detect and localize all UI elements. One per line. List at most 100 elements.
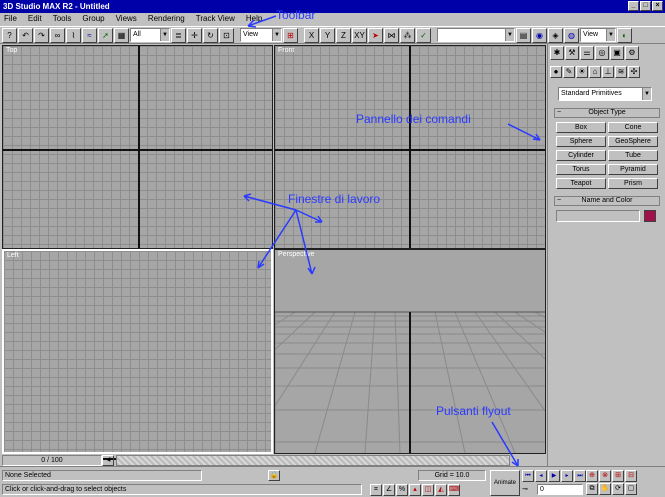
axis-xy-button[interactable]: XY (352, 27, 367, 43)
unlink-icon[interactable]: ⌇ (66, 27, 81, 43)
redo-icon[interactable]: ↷ (34, 27, 49, 43)
object-type-rollout-header[interactable]: − Object Type (554, 108, 660, 118)
previous-frame-icon[interactable]: ◂ (535, 470, 547, 482)
play-icon[interactable]: ▶ (548, 470, 560, 482)
snap-3d-icon[interactable]: ⌗ (370, 484, 382, 496)
render-last-icon[interactable]: ◐ (617, 27, 632, 43)
geosphere-button[interactable]: GeoSphere (608, 136, 658, 147)
lights-icon[interactable]: ☀ (576, 66, 588, 78)
selection-filter-dropdown[interactable]: All ▼ (130, 28, 170, 42)
track-view-icon[interactable]: ▤ (516, 27, 531, 43)
go-to-end-icon[interactable]: ⏭ (574, 470, 586, 482)
current-frame-field[interactable]: 0 (537, 484, 583, 495)
viewport-top[interactable]: Top (2, 45, 273, 249)
select-region-icon[interactable]: ▦ (114, 27, 129, 43)
angle-snap-icon[interactable]: ∠ (383, 484, 395, 496)
slider-left-icon[interactable]: ◀ (102, 455, 114, 466)
torus-button[interactable]: Torus (556, 164, 606, 175)
bind-spacewarp-icon[interactable]: ≈ (82, 27, 97, 43)
material-editor-icon[interactable]: ◉ (532, 27, 547, 43)
pan-icon[interactable]: ✋ (599, 483, 611, 495)
select-by-name-icon[interactable]: ≣ (171, 27, 186, 43)
cone-button[interactable]: Cone (608, 122, 658, 133)
box-button[interactable]: Box (556, 122, 606, 133)
menu-help[interactable]: Help (246, 13, 262, 25)
spacewarps-icon[interactable]: ≋ (615, 66, 627, 78)
viewport-perspective[interactable]: Perspective (274, 249, 546, 454)
minimize-button[interactable]: _ (628, 1, 639, 11)
close-button[interactable]: × (652, 1, 663, 11)
object-color-swatch[interactable] (644, 210, 656, 222)
prism-button[interactable]: Prism (608, 178, 658, 189)
menu-track-view[interactable]: Track View (196, 13, 235, 25)
viewport-front[interactable]: Front (274, 45, 546, 249)
window-crossing-icon[interactable]: ◫ (422, 484, 434, 496)
geometry-icon[interactable]: ● (550, 66, 562, 78)
menu-group[interactable]: Group (82, 13, 104, 25)
percent-snap-icon[interactable]: % (396, 484, 408, 496)
axis-z-button[interactable]: Z (336, 27, 351, 43)
named-selection-dropdown[interactable]: ▼ (437, 28, 515, 42)
link-icon[interactable]: ∞ (50, 27, 65, 43)
motion-tab-icon[interactable]: ◎ (595, 46, 609, 60)
align-icon[interactable]: ✓ (416, 27, 431, 43)
axis-x-button[interactable]: X (304, 27, 319, 43)
min-max-toggle-icon[interactable]: ▢ (625, 483, 637, 495)
inverse-kinematics-icon[interactable]: ➤ (368, 27, 383, 43)
lock-selection-icon[interactable]: 🔒 (268, 470, 280, 481)
rotate-icon[interactable]: ↻ (203, 27, 218, 43)
keyboard-shortcut-icon[interactable]: ⌨ (448, 484, 460, 496)
animate-button[interactable]: Animate (490, 470, 520, 496)
degradation-override-icon[interactable]: ◭ (435, 484, 447, 496)
menu-file[interactable]: File (4, 13, 17, 25)
create-tab-icon[interactable]: ✱ (550, 46, 564, 60)
render-scene-icon[interactable]: ◈ (548, 27, 563, 43)
next-frame-icon[interactable]: ▸ (561, 470, 573, 482)
pivot-center-icon[interactable]: ⊞ (283, 27, 298, 43)
zoom-extents-icon[interactable]: ⊞ (612, 470, 624, 482)
time-slider-readout[interactable]: 0 / 100 (2, 455, 102, 466)
cylinder-button[interactable]: Cylinder (556, 150, 606, 161)
maximize-button[interactable]: □ (640, 1, 651, 11)
primitive-type-dropdown[interactable]: Standard Primitives ▼ (558, 87, 652, 101)
name-color-rollout-header[interactable]: − Name and Color (554, 196, 660, 206)
menu-rendering[interactable]: Rendering (148, 13, 185, 25)
go-to-start-icon[interactable]: ⏮ (522, 470, 534, 482)
menu-edit[interactable]: Edit (28, 13, 42, 25)
undo-icon[interactable]: ↶ (18, 27, 33, 43)
pyramid-button[interactable]: Pyramid (608, 164, 658, 175)
teapot-button[interactable]: Teapot (556, 178, 606, 189)
quick-render-icon[interactable]: ◍ (564, 27, 579, 43)
scale-icon[interactable]: ⊡ (219, 27, 234, 43)
zoom-icon[interactable]: ⊕ (586, 470, 598, 482)
cameras-icon[interactable]: ⌂ (589, 66, 601, 78)
reference-coord-dropdown[interactable]: View ▼ (240, 28, 282, 42)
utilities-tab-icon[interactable]: ⚙ (625, 46, 639, 60)
help-icon[interactable]: ? (2, 27, 17, 43)
viewport-left[interactable]: Left (2, 249, 273, 460)
key-mode-icon[interactable]: ⊸ (522, 484, 536, 496)
arc-rotate-icon[interactable]: ⟳ (612, 483, 624, 495)
display-tab-icon[interactable]: ▣ (610, 46, 624, 60)
menu-views[interactable]: Views (116, 13, 137, 25)
sphere-button[interactable]: Sphere (556, 136, 606, 147)
modify-tab-icon[interactable]: ⚒ (565, 46, 579, 60)
spinner-snap-icon[interactable]: ▴ (409, 484, 421, 496)
select-arrow-icon[interactable]: ➚ (98, 27, 113, 43)
render-type-dropdown[interactable]: View ▼ (580, 28, 616, 42)
zoom-extents-all-icon[interactable]: ⊟ (625, 470, 637, 482)
time-slider-track[interactable] (116, 455, 510, 466)
array-icon[interactable]: ⁂ (400, 27, 415, 43)
hierarchy-tab-icon[interactable]: ⚌ (580, 46, 594, 60)
object-name-input[interactable] (556, 210, 640, 222)
zoom-all-icon[interactable]: ⊗ (599, 470, 611, 482)
tube-button[interactable]: Tube (608, 150, 658, 161)
mirror-icon[interactable]: ⋈ (384, 27, 399, 43)
systems-icon[interactable]: ✣ (628, 66, 640, 78)
helpers-icon[interactable]: ⊥ (602, 66, 614, 78)
shapes-icon[interactable]: ✎ (563, 66, 575, 78)
region-zoom-icon[interactable]: ⧉ (586, 483, 598, 495)
move-icon[interactable]: ✛ (187, 27, 202, 43)
axis-y-button[interactable]: Y (320, 27, 335, 43)
menu-tools[interactable]: Tools (53, 13, 72, 25)
